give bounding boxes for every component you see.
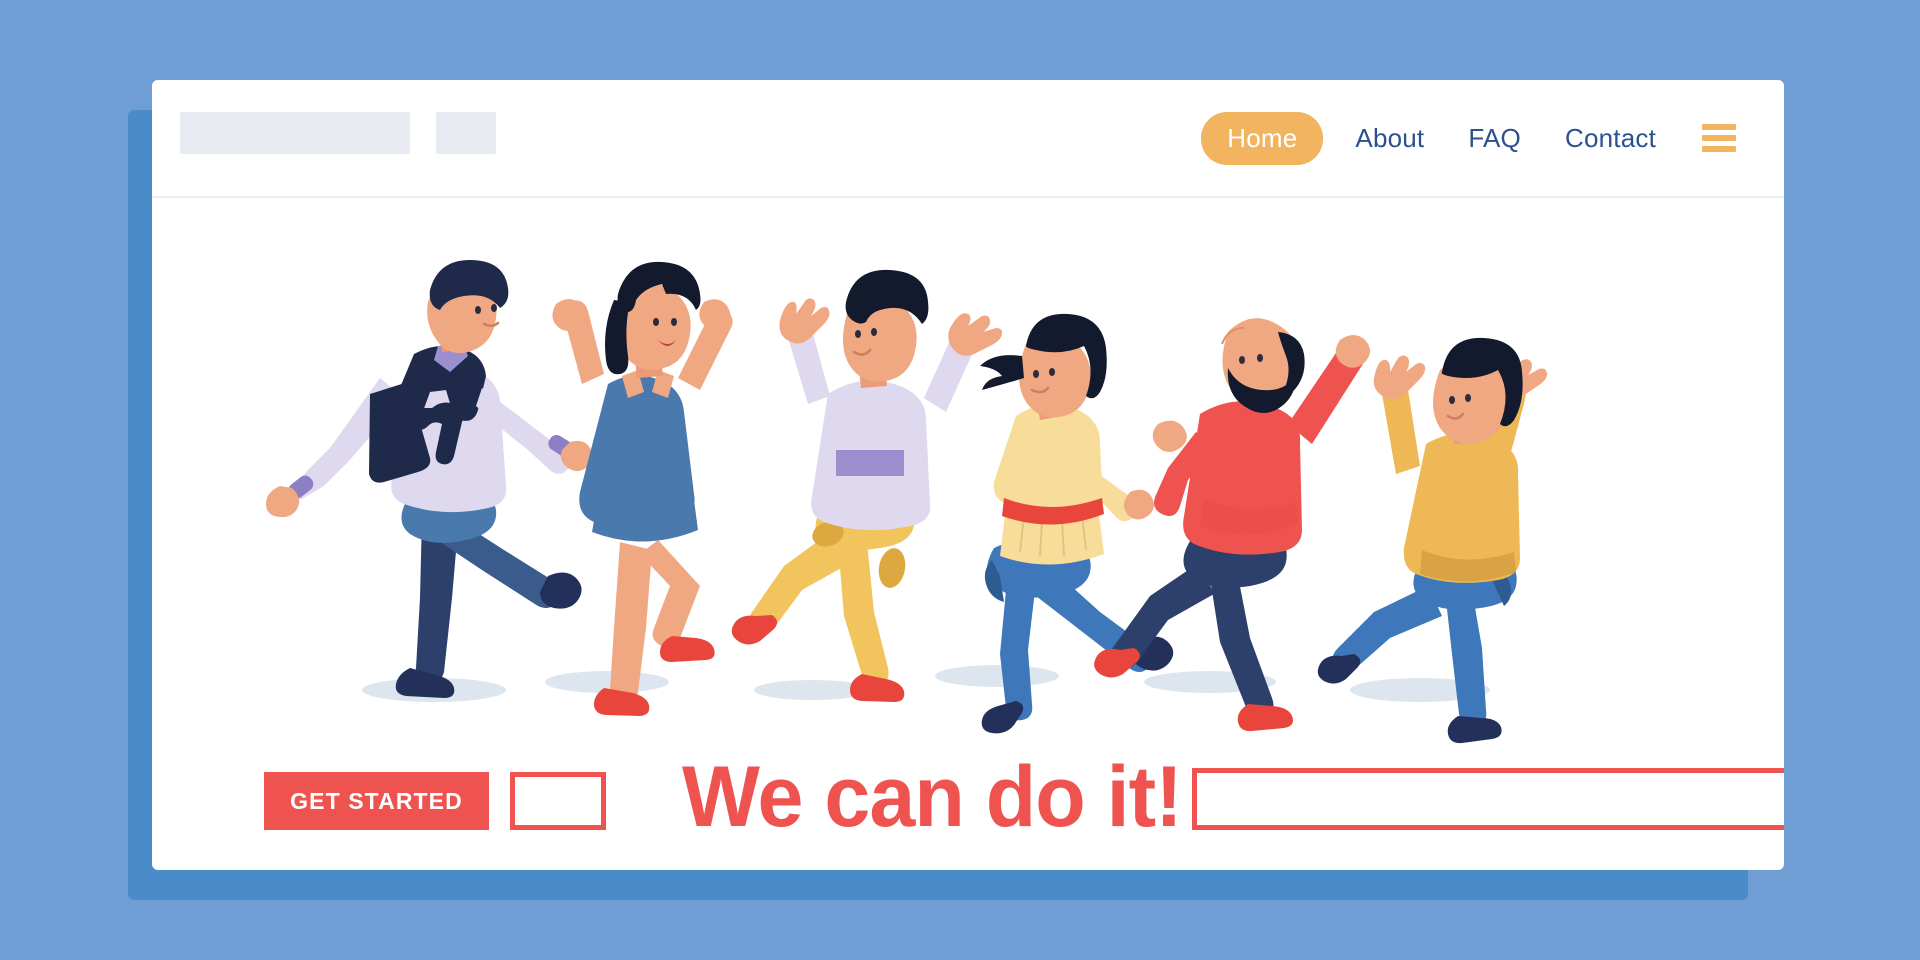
cta-strip: GET STARTED We can do it! bbox=[152, 754, 1784, 870]
figure-man-with-sweater bbox=[266, 260, 593, 698]
hero-headline: We can do it! bbox=[682, 749, 1183, 845]
hamburger-bar-bottom bbox=[1702, 146, 1736, 152]
empty-outlined-box[interactable] bbox=[510, 772, 606, 830]
jumping-celebrating-people-illustration bbox=[266, 260, 1548, 744]
nav-item-faq[interactable]: FAQ bbox=[1446, 123, 1543, 154]
logo-placeholder-small bbox=[436, 112, 496, 154]
figure-woman-blue-dress bbox=[552, 261, 733, 716]
logo-placeholder-wide bbox=[180, 112, 410, 154]
main-navigation: Home About FAQ Contact bbox=[1201, 80, 1736, 196]
hero-section bbox=[152, 198, 1784, 758]
hamburger-bar-top bbox=[1702, 124, 1736, 130]
hamburger-bar-middle bbox=[1702, 135, 1736, 141]
browser-window-card: Home About FAQ Contact GET STARTED We ca… bbox=[152, 80, 1784, 870]
site-header: Home About FAQ Contact bbox=[152, 80, 1784, 198]
empty-outlined-bar[interactable] bbox=[1192, 768, 1784, 830]
get-started-button[interactable]: GET STARTED bbox=[264, 772, 489, 830]
hamburger-icon[interactable] bbox=[1702, 124, 1736, 152]
figure-man-yellow-pants bbox=[731, 269, 1003, 702]
page-root: Home About FAQ Contact GET STARTED We ca… bbox=[0, 0, 1920, 960]
figure-woman-yellow-top bbox=[980, 313, 1174, 734]
nav-item-home[interactable]: Home bbox=[1201, 111, 1324, 165]
nav-item-about[interactable]: About bbox=[1333, 123, 1446, 154]
nav-item-contact[interactable]: Contact bbox=[1543, 123, 1678, 154]
